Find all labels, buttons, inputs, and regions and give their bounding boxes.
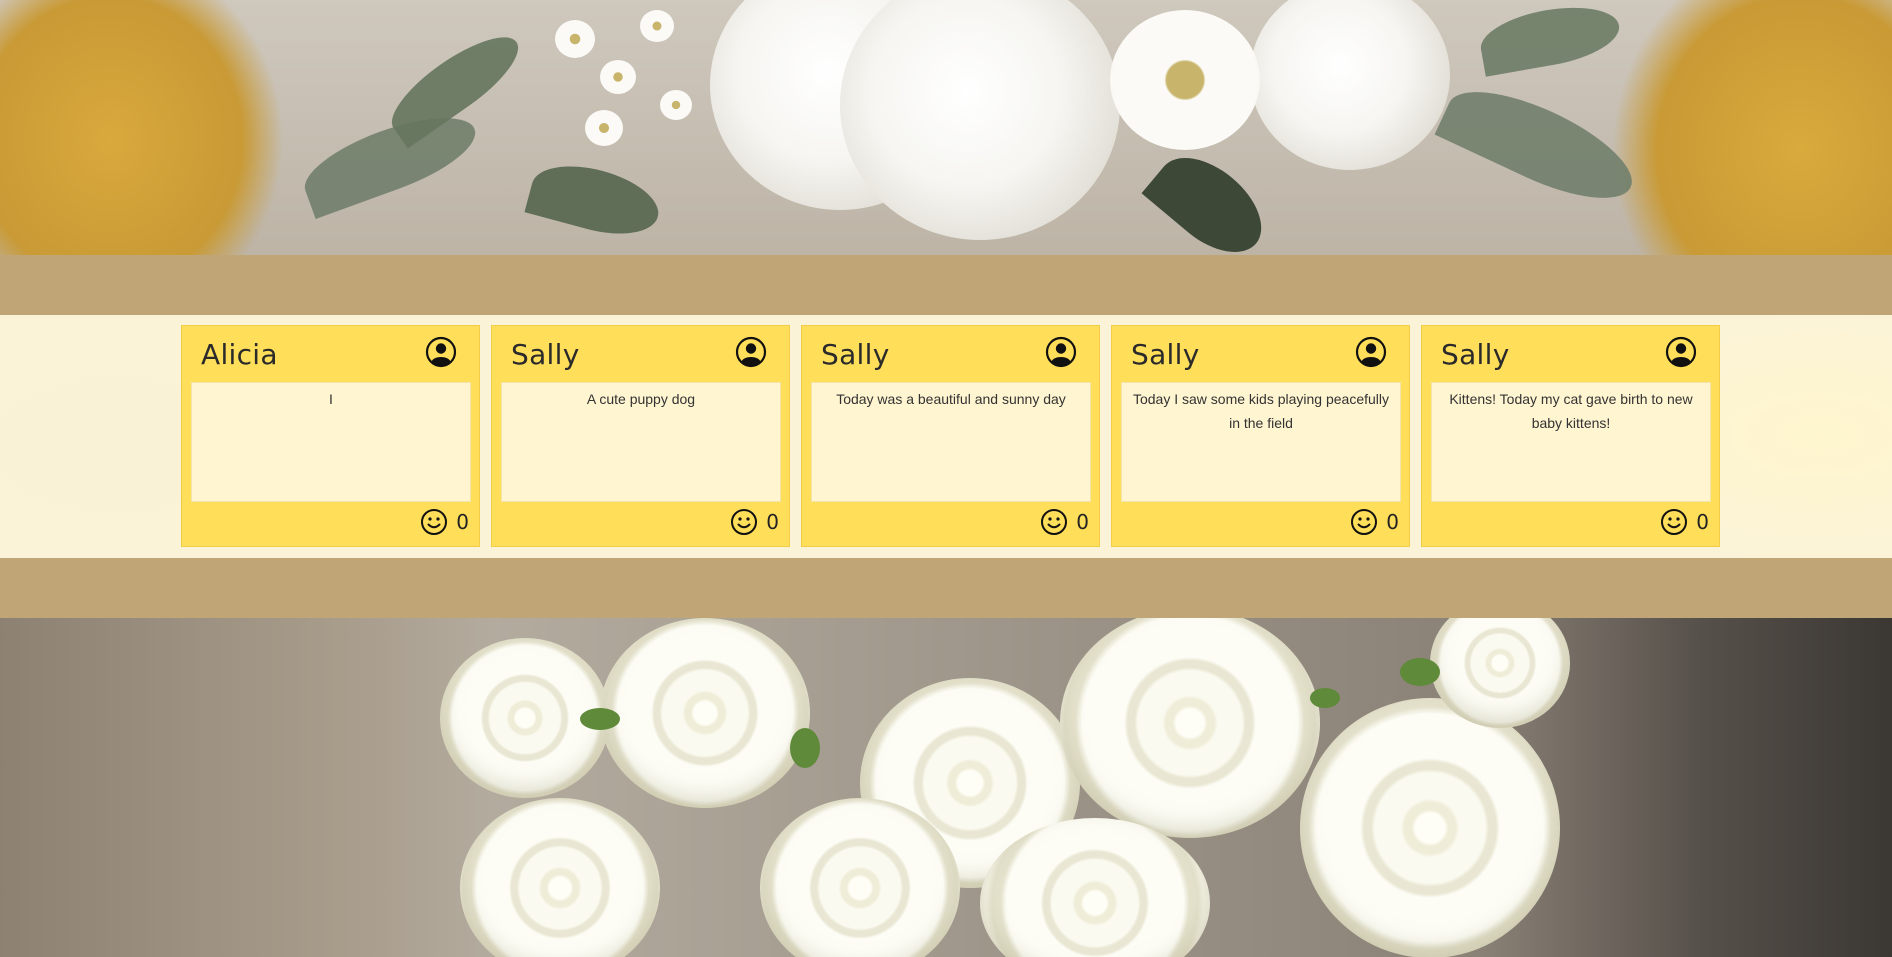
like-count: 0 [1076, 510, 1089, 534]
user-circle-icon[interactable] [425, 336, 457, 368]
note-header: Sally [802, 326, 1099, 382]
footer-photo-roses [0, 618, 1892, 957]
note-header: Alicia [182, 326, 479, 382]
user-circle-icon[interactable] [1045, 336, 1077, 368]
note-author: Sally [1131, 338, 1200, 371]
note-message: Kittens! Today my cat gave birth to new … [1431, 382, 1711, 502]
note-footer: 0 [420, 508, 469, 536]
note-header: Sally [492, 326, 789, 382]
notes-board: Alicia I 0 Sally A cute puppy dog 0 Sall… [181, 325, 1720, 547]
note-message: Today was a beautiful and sunny day [811, 382, 1091, 502]
smiley-icon[interactable] [730, 508, 758, 536]
smiley-icon[interactable] [1660, 508, 1688, 536]
note-card: Alicia I 0 [181, 325, 480, 547]
note-card: Sally Kittens! Today my cat gave birth t… [1421, 325, 1720, 547]
header-photo-bouquet [0, 0, 1892, 255]
note-footer: 0 [1040, 508, 1089, 536]
smiley-icon[interactable] [1350, 508, 1378, 536]
note-header: Sally [1422, 326, 1719, 382]
note-footer: 0 [1660, 508, 1709, 536]
user-circle-icon[interactable] [735, 336, 767, 368]
note-message: Today I saw some kids playing peacefully… [1121, 382, 1401, 502]
like-count: 0 [766, 510, 779, 534]
like-count: 0 [456, 510, 469, 534]
note-card: Sally Today was a beautiful and sunny da… [801, 325, 1100, 547]
note-card: Sally Today I saw some kids playing peac… [1111, 325, 1410, 547]
note-footer: 0 [1350, 508, 1399, 536]
like-count: 0 [1696, 510, 1709, 534]
note-message: I [191, 382, 471, 502]
bottom-band [0, 558, 1892, 618]
note-author: Sally [511, 338, 580, 371]
note-footer: 0 [730, 508, 779, 536]
note-author: Sally [821, 338, 890, 371]
note-author: Alicia [201, 338, 278, 371]
note-author: Sally [1441, 338, 1510, 371]
note-card: Sally A cute puppy dog 0 [491, 325, 790, 547]
note-header: Sally [1112, 326, 1409, 382]
top-band [0, 255, 1892, 315]
user-circle-icon[interactable] [1355, 336, 1387, 368]
smiley-icon[interactable] [1040, 508, 1068, 536]
user-circle-icon[interactable] [1665, 336, 1697, 368]
smiley-icon[interactable] [420, 508, 448, 536]
note-message: A cute puppy dog [501, 382, 781, 502]
like-count: 0 [1386, 510, 1399, 534]
